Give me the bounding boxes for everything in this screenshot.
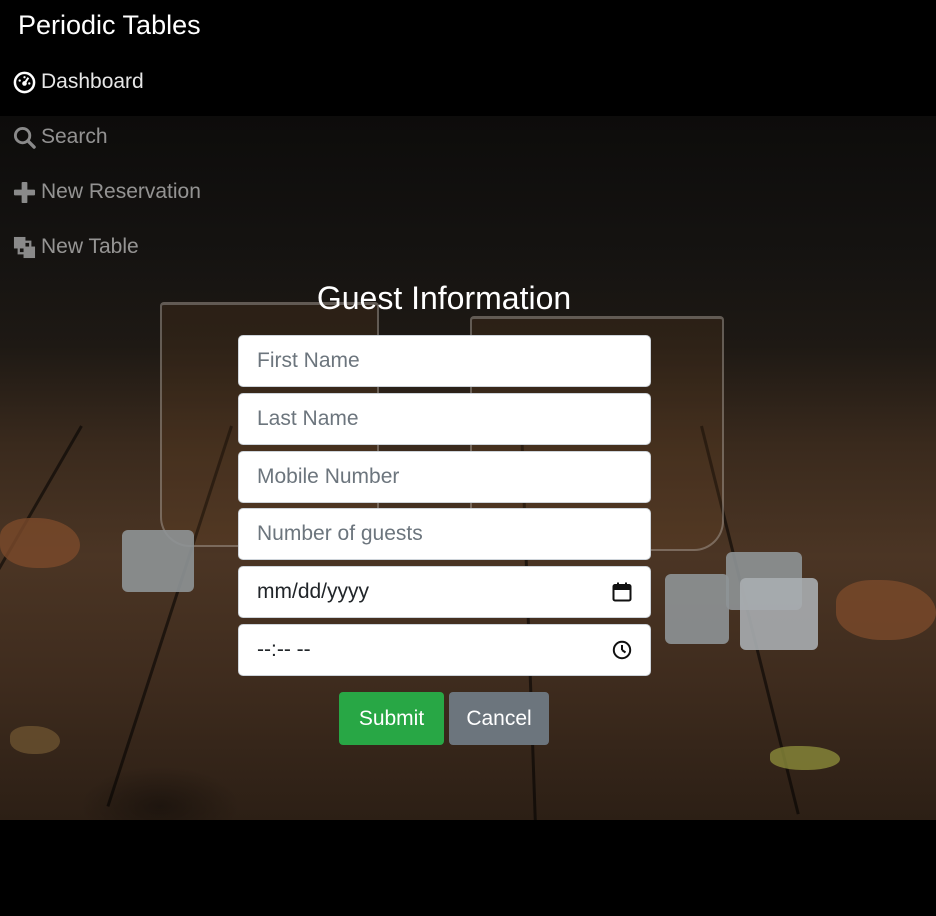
reservation-time-input[interactable]: --:-- --: [238, 624, 651, 676]
first-name-placeholder: First Name: [257, 349, 360, 372]
nav-item-label: New Table: [41, 235, 139, 258]
submit-button[interactable]: Submit: [339, 692, 444, 745]
dashboard-icon: [12, 70, 36, 94]
nav-item-label: Search: [41, 125, 108, 148]
nav-item-new-reservation[interactable]: New Reservation: [12, 175, 201, 209]
clock-icon[interactable]: [612, 640, 632, 660]
first-name-input[interactable]: First Name: [238, 335, 651, 387]
date-display: mm/dd/yyyy: [257, 580, 370, 603]
last-name-placeholder: Last Name: [257, 407, 359, 430]
nav-item-search[interactable]: Search: [12, 120, 108, 154]
nav-item-label: New Reservation: [41, 180, 201, 203]
number-of-guests-placeholder: Number of guests: [257, 522, 423, 545]
mobile-number-placeholder: Mobile Number: [257, 465, 400, 488]
nav-item-label: Dashboard: [41, 70, 144, 93]
search-icon: [12, 125, 36, 149]
nav-item-dashboard[interactable]: Dashboard: [12, 65, 144, 99]
mobile-number-input[interactable]: Mobile Number: [238, 451, 651, 503]
last-name-input[interactable]: Last Name: [238, 393, 651, 445]
layers-icon: [12, 235, 36, 259]
app-title[interactable]: Periodic Tables: [18, 10, 201, 41]
plus-icon: [12, 180, 36, 204]
reservation-date-input[interactable]: mm/dd/yyyy: [238, 566, 651, 618]
calendar-icon[interactable]: [612, 582, 632, 602]
form-title: Guest Information: [316, 280, 572, 316]
time-display: --:-- --: [257, 638, 311, 661]
number-of-guests-input[interactable]: Number of guests: [238, 508, 651, 560]
nav-item-new-table[interactable]: New Table: [12, 230, 139, 264]
cancel-button[interactable]: Cancel: [449, 692, 549, 745]
